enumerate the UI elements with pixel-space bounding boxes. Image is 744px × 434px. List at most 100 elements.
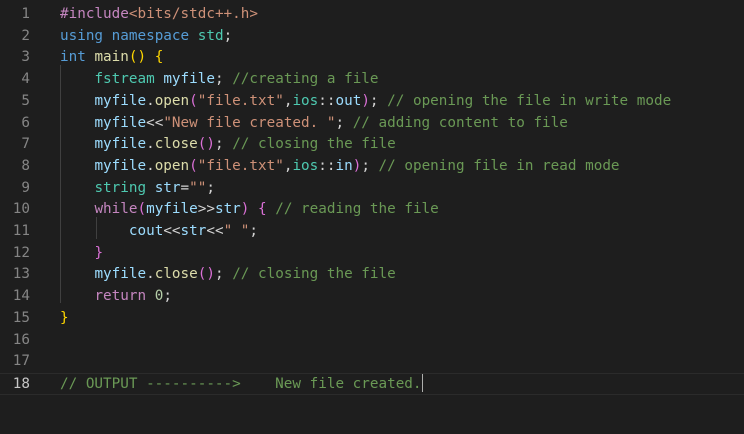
code-token: // closing the file — [232, 136, 396, 153]
code-token: ios — [292, 92, 319, 109]
code-token: ; — [223, 27, 233, 44]
code-line[interactable]: 14 return 0; — [0, 286, 744, 308]
code-token: "" — [189, 179, 207, 196]
code-line[interactable]: 5 myfile.open("file.txt",ios::out); // o… — [0, 91, 744, 113]
code-line[interactable]: 8 myfile.open("file.txt",ios::in); // op… — [0, 156, 744, 178]
code-token: return — [94, 288, 147, 305]
code-token: () — [128, 49, 147, 66]
code-text: } — [60, 308, 69, 330]
code-token: // opening the file in write mode — [387, 92, 672, 109]
code-text: fstream myfile; //creating a file — [60, 69, 379, 91]
code-token: in — [335, 157, 353, 174]
code-token: ; — [361, 157, 379, 174]
code-token: myfile — [94, 266, 147, 283]
code-line[interactable]: 12 } — [0, 243, 744, 265]
code-token: main — [94, 49, 129, 66]
code-token: { — [258, 201, 267, 218]
code-token: ; — [214, 136, 233, 153]
code-text: myfile<<"New file created. "; // adding … — [60, 113, 567, 135]
line-number: 8 — [21, 157, 30, 174]
code-token: ) — [361, 92, 370, 109]
code-token: myfile — [94, 92, 147, 109]
code-token: myfile — [163, 71, 215, 88]
code-token: () — [197, 136, 215, 153]
code-token: . — [146, 136, 155, 153]
code-token: <bits/stdc++.h> — [128, 6, 258, 22]
code-token: ; — [214, 71, 233, 88]
code-token: int — [60, 49, 86, 66]
code-token: ios — [292, 157, 319, 174]
code-token: str — [154, 179, 181, 196]
code-line[interactable]: 9 string str=""; — [0, 178, 744, 200]
code-token: " " — [223, 223, 250, 239]
line-number: 18 — [12, 375, 30, 392]
line-number: 14 — [12, 288, 30, 305]
code-token: close — [154, 266, 198, 283]
code-token: "New file created. " — [163, 114, 336, 131]
code-token: ; — [249, 223, 259, 239]
code-token: fstream — [94, 71, 155, 88]
code-token: open — [154, 92, 190, 109]
code-text: myfile.close(); // closing the file — [60, 134, 396, 156]
code-text: myfile.open("file.txt",ios::out); // ope… — [60, 91, 671, 113]
line-number: 15 — [12, 309, 30, 326]
code-token: ; — [206, 179, 215, 196]
code-text: // OUTPUT ----------> New file created. — [60, 373, 423, 396]
code-line[interactable]: 18 // OUTPUT ----------> New file created… — [0, 372, 744, 396]
code-line[interactable]: 13 myfile.close(); // closing the file — [0, 264, 744, 286]
code-token: . — [146, 266, 155, 283]
line-number: 12 — [12, 244, 30, 261]
line-number: 9 — [21, 179, 30, 196]
code-line[interactable]: 11 cout<<str<<" "; — [0, 221, 744, 243]
code-token: = — [180, 179, 190, 196]
code-token: using — [60, 27, 104, 44]
code-line[interactable]: 7 myfile.close(); // closing the file — [0, 134, 744, 156]
code-text: #include<bits/stdc++.h> — [60, 4, 258, 26]
code-text: } — [60, 243, 103, 265]
code-line[interactable]: 16 — [0, 330, 744, 352]
code-line[interactable]: 6 myfile<<"New file created. "; // addin… — [0, 113, 744, 135]
line-number: 16 — [12, 331, 30, 348]
code-token: ( — [189, 92, 198, 109]
code-editor[interactable]: 1 #include<bits/stdc++.h> 2 using namespace… — [0, 0, 744, 434]
code-token: ; — [369, 92, 388, 109]
code-line[interactable]: 10 while(myfile>>str) { // reading the f… — [0, 199, 744, 221]
code-token: out — [335, 92, 362, 109]
code-line[interactable]: 3 int main() { — [0, 47, 744, 69]
line-number: 1 — [21, 6, 30, 22]
line-number: 10 — [12, 201, 30, 218]
code-text: myfile.close(); // closing the file — [60, 264, 395, 286]
code-token: //creating a file — [232, 71, 379, 88]
code-text: cout<<str<<" "; — [60, 221, 258, 243]
code-token: >> — [197, 201, 215, 218]
code-line[interactable]: 17 — [0, 351, 744, 373]
code-token: } — [94, 244, 104, 261]
code-token: << — [163, 223, 181, 239]
code-token: . — [146, 157, 155, 174]
code-line[interactable]: 4 fstream myfile; //creating a file — [0, 69, 744, 91]
line-number: 4 — [21, 71, 30, 88]
code-token: string — [94, 179, 147, 196]
code-token: str — [214, 201, 241, 218]
code-token: cout — [128, 223, 164, 239]
code-token: :: — [318, 92, 336, 109]
code-line[interactable]: 1 #include<bits/stdc++.h> — [0, 4, 744, 26]
code-token: "file.txt" — [197, 157, 284, 174]
code-line[interactable]: 15} — [0, 308, 744, 330]
code-line[interactable]: 2 using namespace std; — [0, 26, 744, 48]
line-number: 17 — [12, 353, 30, 370]
code-token: close — [154, 136, 198, 153]
code-token: ; — [163, 288, 172, 305]
